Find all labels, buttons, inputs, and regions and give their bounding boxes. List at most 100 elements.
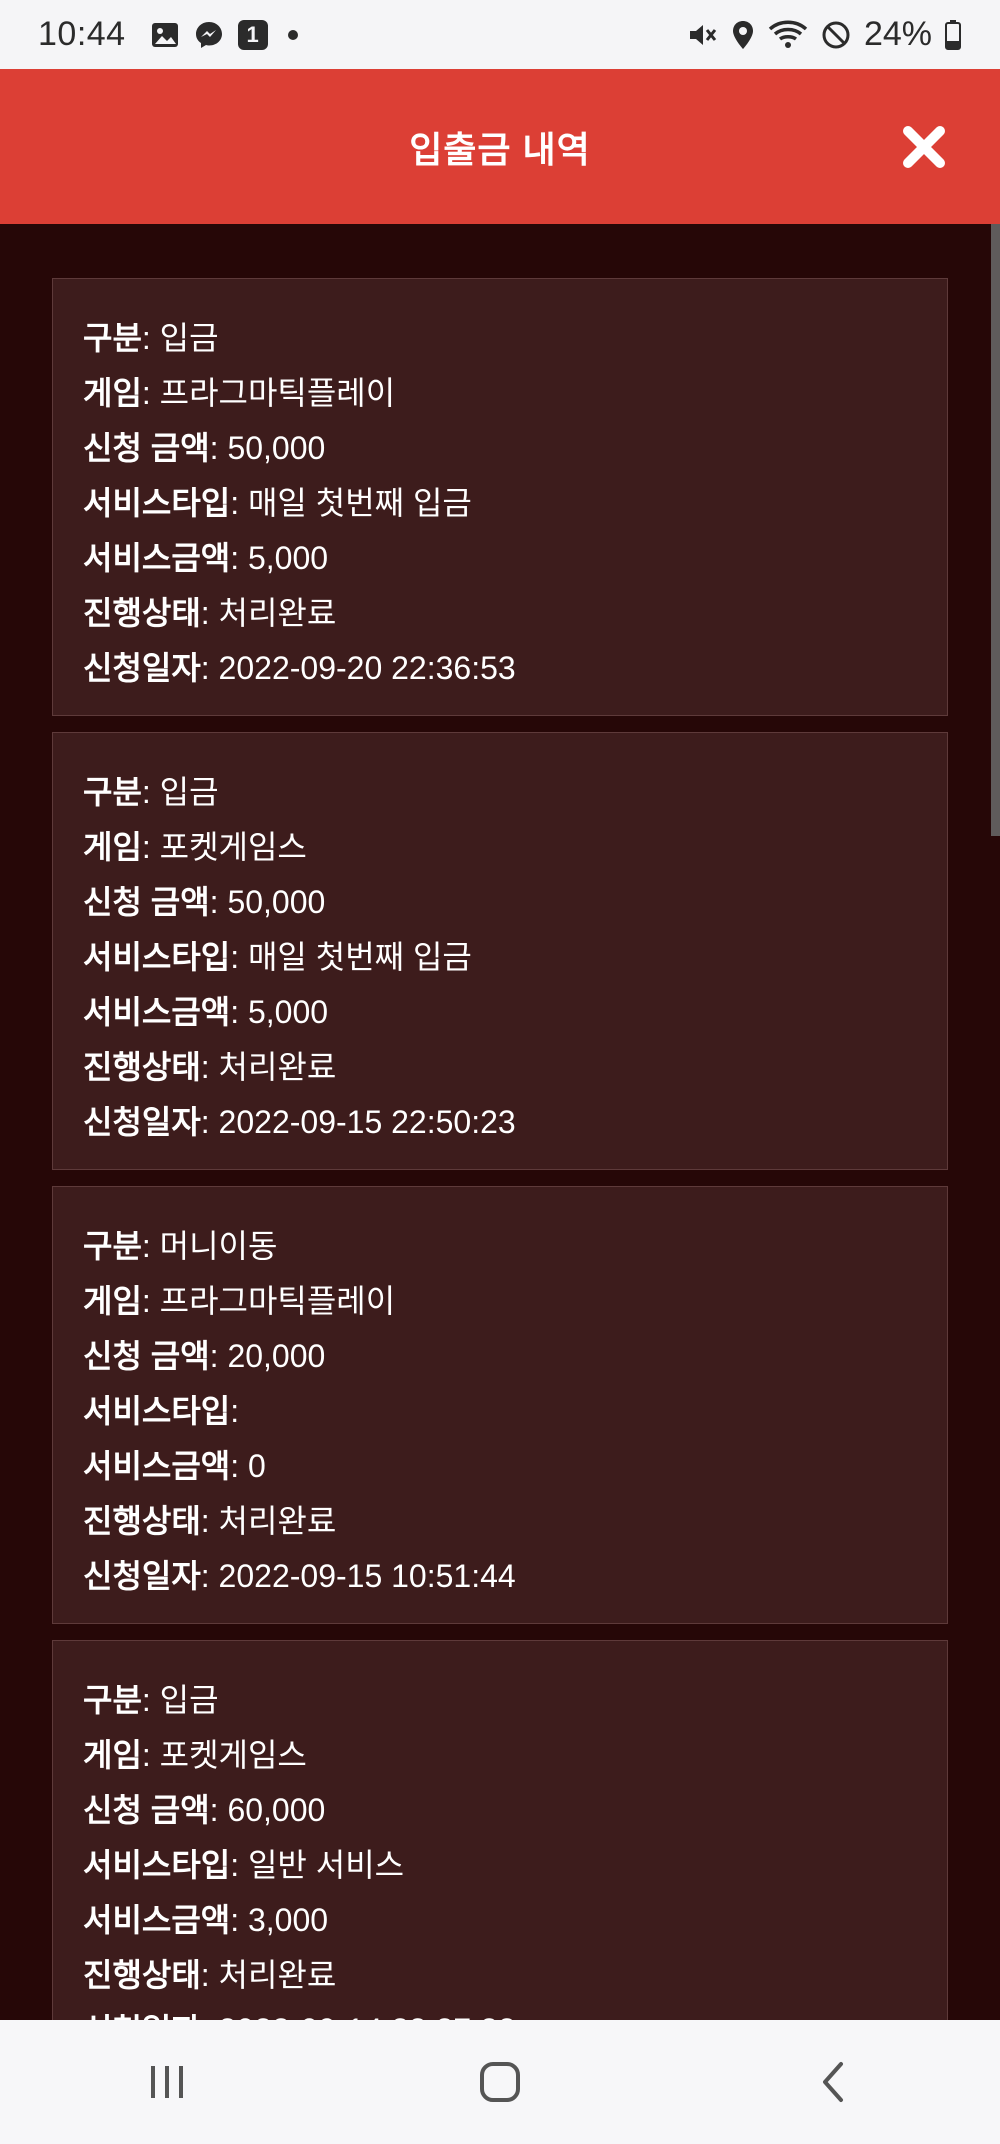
- row-game: 게임: 포켓게임스: [83, 820, 917, 875]
- label-type: 구분: [83, 320, 142, 356]
- value-service-type: : 매일 첫번째 입금: [230, 485, 472, 521]
- system-nav-bar: [0, 2020, 1000, 2144]
- value-service-amount: : 3,000: [230, 1902, 329, 1938]
- back-button[interactable]: [773, 2042, 893, 2122]
- value-service-amount: : 5,000: [230, 540, 329, 576]
- status-time: 10:44: [38, 15, 126, 53]
- value-type: : 입금: [141, 320, 219, 356]
- label-service-type: 서비스타입: [83, 485, 231, 521]
- label-game: 게임: [83, 1283, 142, 1319]
- home-icon: [479, 2062, 520, 2102]
- label-status: 진행상태: [83, 1049, 201, 1085]
- value-amount: : 50,000: [209, 884, 326, 920]
- back-icon: [823, 2062, 844, 2102]
- image-icon: [150, 20, 180, 50]
- row-service-type: 서비스타입:: [83, 1384, 917, 1439]
- value-service-amount: : 0: [230, 1448, 266, 1484]
- wifi-icon: [768, 19, 808, 51]
- value-service-type: :: [230, 1393, 240, 1429]
- label-date: 신청일자: [83, 650, 201, 686]
- transaction-card: 구분: 입금 게임: 포켓게임스 신청 금액: 60,000 서비스타입: 일반…: [52, 1640, 948, 2020]
- row-service-amount: 서비스금액: 3,000: [83, 1893, 917, 1948]
- value-status: : 처리완료: [200, 1503, 337, 1539]
- do-not-disturb-icon: [820, 19, 852, 51]
- label-service-amount: 서비스금액: [83, 540, 231, 576]
- label-service-amount: 서비스금액: [83, 1448, 231, 1484]
- messenger-icon: [194, 20, 224, 50]
- label-game: 게임: [83, 375, 142, 411]
- row-service-type: 서비스타입: 일반 서비스: [83, 1838, 917, 1893]
- row-type: 구분: 입금: [83, 765, 917, 820]
- row-date: 신청일자: 2022-09-20 22:36:53: [83, 641, 917, 696]
- row-amount: 신청 금액: 50,000: [83, 421, 917, 476]
- label-date: 신청일자: [83, 1558, 201, 1594]
- label-service-type: 서비스타입: [83, 1847, 231, 1883]
- transaction-card: 구분: 입금 게임: 포켓게임스 신청 금액: 50,000 서비스타입: 매일…: [52, 732, 948, 1170]
- row-status: 진행상태: 처리완료: [83, 586, 917, 641]
- value-date: : 2022-09-15 22:50:23: [200, 1104, 516, 1140]
- row-service-type: 서비스타입: 매일 첫번째 입금: [83, 930, 917, 985]
- recent-apps-button[interactable]: [107, 2042, 227, 2122]
- transaction-list[interactable]: 구분: 입금 게임: 프라그마틱플레이 신청 금액: 50,000 서비스타입:…: [52, 278, 948, 2020]
- battery-icon: [944, 19, 962, 51]
- value-amount: : 60,000: [209, 1792, 326, 1828]
- page-title: 입출금 내역: [409, 128, 591, 170]
- row-service-amount: 서비스금액: 5,000: [83, 531, 917, 586]
- value-type: : 머니이동: [141, 1228, 278, 1264]
- notification-badge-icon: 1: [237, 19, 268, 50]
- row-service-amount: 서비스금액: 0: [83, 1439, 917, 1494]
- row-status: 진행상태: 처리완료: [83, 1494, 917, 1549]
- row-date: 신청일자: 2022-09-15 10:51:44: [83, 1549, 917, 1604]
- recent-apps-icon: [150, 2066, 183, 2098]
- label-status: 진행상태: [83, 1957, 201, 1993]
- row-date: 신청일자: 2022-09-14 23:27:22: [83, 2003, 917, 2020]
- value-service-type: : 매일 첫번째 입금: [230, 939, 472, 975]
- dot-icon: [287, 29, 298, 40]
- row-game: 게임: 프라그마틱플레이: [83, 1274, 917, 1329]
- row-game: 게임: 프라그마틱플레이: [83, 366, 917, 421]
- value-game: : 프라그마틱플레이: [141, 1283, 396, 1319]
- close-button[interactable]: [900, 123, 948, 171]
- row-type: 구분: 머니이동: [83, 1219, 917, 1274]
- row-service-amount: 서비스금액: 5,000: [83, 985, 917, 1040]
- value-service-type: : 일반 서비스: [230, 1847, 405, 1883]
- battery-percent: 24%: [863, 15, 932, 53]
- row-amount: 신청 금액: 50,000: [83, 875, 917, 930]
- row-amount: 신청 금액: 60,000: [83, 1783, 917, 1838]
- value-game: : 프라그마틱플레이: [141, 375, 396, 411]
- label-amount: 신청 금액: [83, 884, 210, 920]
- value-date: : 2022-09-15 10:51:44: [200, 1558, 516, 1594]
- row-type: 구분: 입금: [83, 311, 917, 366]
- status-bar: 10:44 1 24%: [0, 0, 1000, 69]
- label-service-amount: 서비스금액: [83, 994, 231, 1030]
- row-date: 신청일자: 2022-09-15 22:50:23: [83, 1095, 917, 1150]
- value-status: : 처리완료: [200, 595, 337, 631]
- value-type: : 입금: [141, 1682, 219, 1718]
- label-service-amount: 서비스금액: [83, 1902, 231, 1938]
- row-service-type: 서비스타입: 매일 첫번째 입금: [83, 476, 917, 531]
- label-amount: 신청 금액: [83, 1338, 210, 1374]
- row-type: 구분: 입금: [83, 1673, 917, 1728]
- close-icon: [903, 125, 945, 168]
- row-status: 진행상태: 처리완료: [83, 1040, 917, 1095]
- label-game: 게임: [83, 1737, 142, 1773]
- value-status: : 처리완료: [200, 1049, 337, 1085]
- transaction-card: 구분: 머니이동 게임: 프라그마틱플레이 신청 금액: 20,000 서비스타…: [52, 1186, 948, 1624]
- value-amount: : 20,000: [209, 1338, 326, 1374]
- label-service-type: 서비스타입: [83, 1393, 231, 1429]
- label-date: 신청일자: [83, 1104, 201, 1140]
- row-game: 게임: 포켓게임스: [83, 1728, 917, 1783]
- home-button[interactable]: [440, 2042, 560, 2122]
- mute-icon: [686, 19, 718, 51]
- value-type: : 입금: [141, 774, 219, 810]
- value-service-amount: : 5,000: [230, 994, 329, 1030]
- label-type: 구분: [83, 1228, 142, 1264]
- label-type: 구분: [83, 774, 142, 810]
- label-status: 진행상태: [83, 595, 201, 631]
- scrollbar[interactable]: [991, 224, 1000, 836]
- location-icon: [730, 19, 756, 51]
- value-date: : 2022-09-14 23:27:22: [201, 2012, 516, 2020]
- row-amount: 신청 금액: 20,000: [83, 1329, 917, 1384]
- label-date: 신청일자: [83, 2012, 201, 2020]
- value-amount: : 50,000: [209, 430, 326, 466]
